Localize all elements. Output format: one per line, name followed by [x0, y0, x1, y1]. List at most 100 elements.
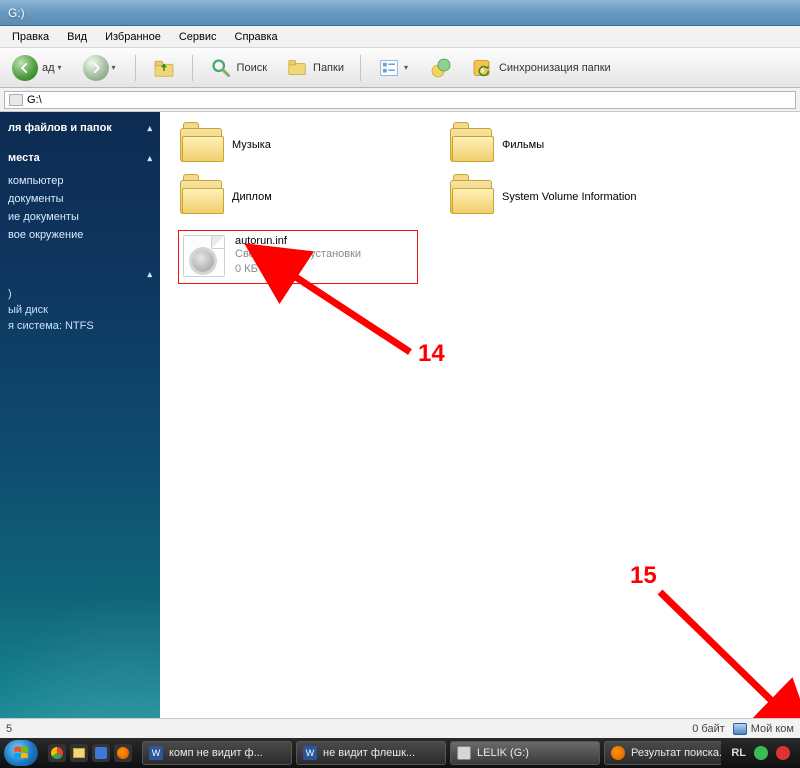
folder-up-icon	[152, 56, 176, 80]
folder-item[interactable]: Музыка	[178, 126, 438, 164]
folder-icon	[73, 748, 85, 758]
start-button[interactable]	[4, 740, 38, 766]
nav-back-label: ад	[42, 62, 55, 74]
search-icon	[209, 56, 233, 80]
chevron-up-icon: ▴	[147, 153, 152, 164]
menubar: Правка Вид Избранное Сервис Справка	[0, 26, 800, 48]
chevron-down-icon[interactable]: ▾	[109, 63, 119, 72]
app-icon	[95, 747, 107, 759]
sync-label: Синхронизация папки	[499, 62, 611, 74]
drive-icon	[9, 94, 23, 106]
nav-forward-button[interactable]: ▾	[77, 51, 125, 85]
status-location: Мой ком	[751, 723, 794, 735]
toolbar-separator	[360, 55, 361, 81]
window-titlebar: G:)	[0, 0, 800, 26]
folders-icon	[285, 56, 309, 80]
sidebar-item-documents[interactable]: документы	[8, 190, 152, 208]
sync-options-icon	[429, 56, 453, 80]
sync-folder-button[interactable]: S Синхронизация папки	[465, 52, 617, 84]
up-button[interactable]	[146, 52, 182, 84]
sidebar-detail-fs: я система: NTFS	[8, 318, 152, 334]
search-label: Поиск	[237, 62, 267, 74]
sidebar-details-header[interactable]: ▴	[8, 264, 152, 286]
folder-label: Фильмы	[502, 139, 544, 151]
word-icon: W	[303, 746, 317, 760]
ql-firefox[interactable]	[114, 744, 132, 762]
nav-back-button[interactable]: ад ▾	[6, 51, 71, 85]
language-indicator[interactable]: RL	[731, 747, 746, 759]
address-path: G:\	[27, 94, 42, 106]
toolbar-separator	[135, 55, 136, 81]
tray-icon[interactable]	[776, 746, 790, 760]
views-button[interactable]: ▾	[371, 52, 417, 84]
folder-icon	[180, 128, 222, 162]
chevron-down-icon[interactable]: ▾	[55, 63, 65, 72]
taskbar: W комп не видит ф... W не видит флешк...…	[0, 738, 800, 768]
annotation-15: 15	[630, 562, 657, 590]
menu-help[interactable]: Справка	[227, 28, 286, 46]
folder-item[interactable]: Диплом	[178, 178, 438, 216]
task-label: не видит флешк...	[323, 747, 415, 759]
quick-launch	[42, 744, 138, 762]
menu-view[interactable]: Вид	[59, 28, 95, 46]
views-icon	[377, 56, 401, 80]
inf-file-icon	[183, 235, 225, 277]
file-size: 0 КБ	[235, 262, 361, 277]
system-tray: RL	[725, 746, 796, 760]
task-label: комп не видит ф...	[169, 747, 263, 759]
toolbar-separator	[192, 55, 193, 81]
arrow-left-icon	[12, 55, 38, 81]
chevron-down-icon[interactable]: ▾	[401, 63, 411, 72]
firefox-icon	[117, 747, 129, 759]
folder-icon	[450, 180, 492, 214]
address-bar: G:\	[0, 88, 800, 112]
annotation-14: 14	[418, 340, 445, 368]
task-word-2[interactable]: W не видит флешк...	[296, 741, 446, 765]
address-input[interactable]: G:\	[4, 91, 796, 109]
search-button[interactable]: Поиск	[203, 52, 273, 84]
sync-options-button[interactable]	[423, 52, 459, 84]
chevron-up-icon: ▴	[147, 123, 152, 134]
ql-chrome[interactable]	[48, 744, 66, 762]
sync-icon: S	[471, 56, 495, 80]
file-name: autorun.inf	[235, 235, 361, 247]
sidebar-tasks-header[interactable]: ля файлов и папок ▴	[8, 118, 152, 140]
task-explorer[interactable]: LELIK (G:)	[450, 741, 600, 765]
task-word-1[interactable]: W комп не видит ф...	[142, 741, 292, 765]
windows-logo-icon	[12, 744, 30, 762]
menu-favorites[interactable]: Избранное	[97, 28, 169, 46]
ql-explorer[interactable]	[70, 744, 88, 762]
menu-edit[interactable]: Правка	[4, 28, 57, 46]
drive-icon	[457, 746, 471, 760]
sidebar-detail-type: ый диск	[8, 302, 152, 318]
chevron-up-icon: ▴	[147, 269, 152, 280]
taskbar-tasks: W комп не видит ф... W не видит флешк...…	[142, 741, 721, 765]
folders-button[interactable]: Папки	[279, 52, 350, 84]
status-left: 5	[6, 723, 12, 735]
file-item-autorun[interactable]: autorun.inf Сведения для установки 0 КБ	[178, 230, 418, 284]
sidebar-item-shared[interactable]: ие документы	[8, 208, 152, 226]
sidebar-places-header[interactable]: места ▴	[8, 148, 152, 170]
status-size: 0 байт	[692, 723, 725, 735]
folders-label: Папки	[313, 62, 344, 74]
sidebar: ля файлов и папок ▴ места ▴ компьютер до…	[0, 112, 160, 718]
arrow-right-icon	[83, 55, 109, 81]
sidebar-detail-drive: )	[8, 286, 152, 302]
task-label: Результат поиска...	[631, 747, 721, 759]
sidebar-item-network[interactable]: вое окружение	[8, 226, 152, 244]
folder-item[interactable]: System Volume Information	[448, 178, 748, 216]
folder-label: System Volume Information	[502, 191, 637, 203]
tray-icon[interactable]	[754, 746, 768, 760]
task-label: LELIK (G:)	[477, 747, 529, 759]
task-firefox[interactable]: Результат поиска...	[604, 741, 721, 765]
firefox-icon	[611, 746, 625, 760]
folder-icon	[180, 180, 222, 214]
menu-tools[interactable]: Сервис	[171, 28, 225, 46]
sidebar-item-computer[interactable]: компьютер	[8, 172, 152, 190]
folder-label: Музыка	[232, 139, 271, 151]
ql-app[interactable]	[92, 744, 110, 762]
file-list[interactable]: Музыка Фильмы Диплом System Volume Infor…	[160, 112, 800, 718]
toolbar: ад ▾ ▾ Поиск Папки ▾	[0, 48, 800, 88]
folder-item[interactable]: Фильмы	[448, 126, 748, 164]
window-title: G:)	[8, 6, 25, 20]
